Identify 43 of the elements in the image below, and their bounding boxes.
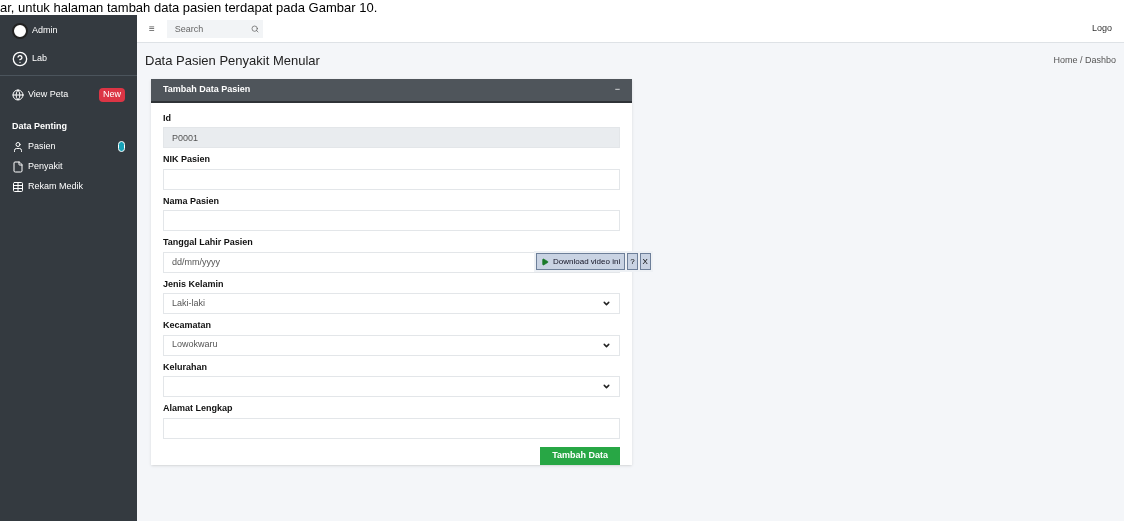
sidebar-item[interactable]: View Peta New	[0, 88, 137, 102]
search-icon	[250, 24, 259, 33]
sidebar-item[interactable]: Penyakit	[0, 159, 137, 174]
chevron-down-icon	[602, 382, 611, 391]
field-label: Jenis Kelamin	[163, 277, 225, 291]
user-role: Lab	[32, 52, 48, 66]
field-label: Tanggal Lahir Pasien	[163, 236, 254, 249]
avatar-icon	[12, 23, 28, 39]
sidebar-header: Data Penting	[11, 120, 68, 133]
select-field[interactable]: Laki-laki	[163, 293, 620, 314]
select-field[interactable]	[163, 376, 620, 397]
help-icon	[12, 51, 28, 67]
user-name: Admin	[32, 24, 58, 38]
file-icon	[12, 160, 24, 173]
search-field[interactable]: Search	[166, 19, 247, 38]
play-icon	[541, 257, 549, 266]
input-field[interactable]	[163, 210, 620, 231]
document-caption: ar, untuk halaman tambah data pasien terdapat pada Gambar 10.	[0, 0, 378, 15]
logout-link[interactable]: Logo	[1091, 21, 1112, 36]
field-label: Nama Pasien	[163, 194, 221, 208]
collapse-button[interactable]: −	[614, 82, 620, 97]
field-label: NIK Pasien	[163, 153, 212, 166]
breadcrumb: Home / Dashbo	[1053, 54, 1116, 67]
field-label: Kecamatan	[163, 319, 213, 332]
field-label: Alamat Lengkap	[163, 402, 234, 415]
table-icon	[12, 180, 24, 193]
menu-toggle[interactable]: ≡	[149, 21, 155, 36]
sidebar-item[interactable]: Pasien	[0, 139, 137, 154]
new-badge: New	[99, 88, 125, 102]
globe-icon	[12, 89, 24, 101]
download-video-button[interactable]: Download video ini	[536, 253, 626, 270]
input-field[interactable]	[163, 168, 620, 190]
help-button[interactable]: ?	[627, 253, 638, 270]
card-title: Tambah Data Pasien	[163, 82, 252, 96]
sidebar-item[interactable]: Rekam Medik	[0, 179, 137, 194]
close-button[interactable]: X	[639, 253, 651, 270]
select-field[interactable]: Lowokwaru	[163, 334, 620, 356]
field-label: Id	[163, 111, 172, 125]
chevron-down-icon	[602, 299, 611, 308]
field-label: Kelurahan	[163, 360, 208, 374]
input-field[interactable]	[163, 417, 620, 439]
user-icon	[12, 140, 24, 153]
page-title: Data Pasien Penyakit Menular	[145, 52, 321, 70]
